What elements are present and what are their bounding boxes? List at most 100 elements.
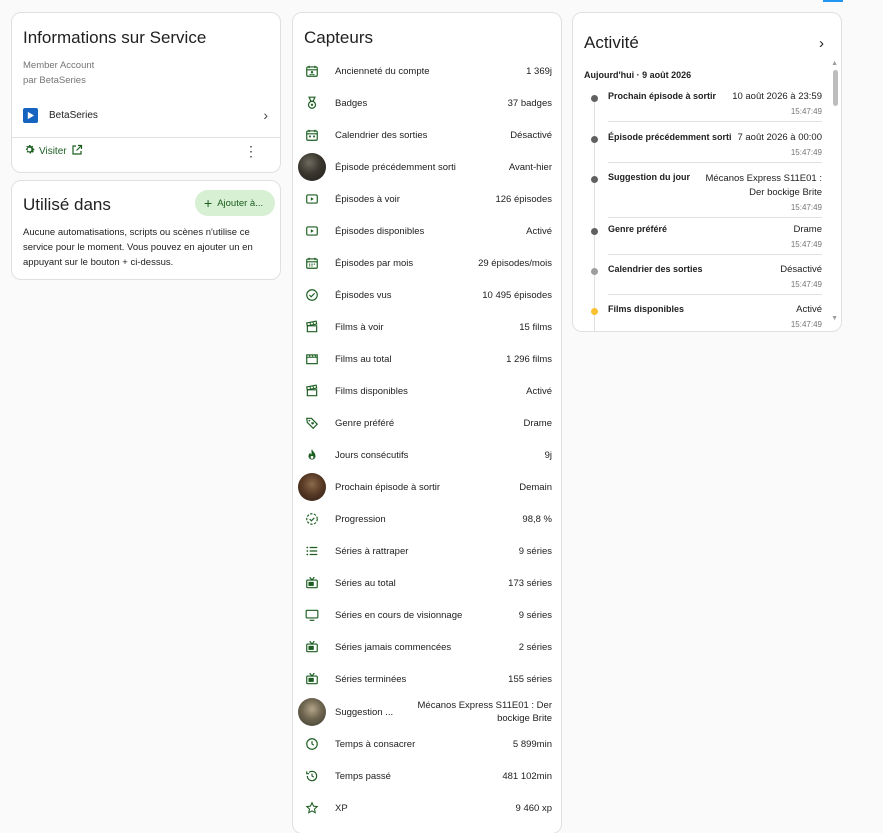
sensor-entity-avatar	[298, 153, 326, 181]
sensor-row[interactable]: Jours consécutifs 9j	[293, 439, 561, 471]
sensor-row[interactable]: Séries à rattraper 9 séries	[293, 535, 561, 567]
sensor-row[interactable]: Temps passé 481 102min	[293, 760, 561, 792]
service-model: Member Account	[23, 60, 95, 71]
timeline-line	[594, 95, 595, 331]
service-manufacturer: par BetaSeries	[23, 75, 86, 86]
integration-row[interactable]: BetaSeries ›	[12, 103, 280, 127]
fire-icon	[303, 446, 321, 464]
sensor-row[interactable]: Épisodes par mois 29 épisodes/mois	[293, 247, 561, 279]
sensor-value: 1 369j	[526, 65, 552, 77]
sensor-row[interactable]: Temps à consacrer 5 899min	[293, 728, 561, 760]
divider	[608, 254, 822, 255]
sensor-row[interactable]: Séries terminées 155 séries	[293, 663, 561, 695]
clock-history-icon	[303, 767, 321, 785]
chevron-right-icon[interactable]: ›	[819, 35, 824, 52]
sensor-row[interactable]: Ancienneté du compte 1 369j	[293, 55, 561, 87]
sensor-value: Mécanos Express S11E01 : Der bockige Bri…	[417, 700, 552, 724]
more-menu-icon[interactable]: ⋮	[244, 143, 258, 160]
logbook-entry-name: Films disponibles	[608, 304, 685, 314]
sensor-name: Épisodes à voir	[335, 193, 400, 205]
visit-link[interactable]: Visiter	[23, 143, 83, 159]
sensors-title: Capteurs	[304, 28, 373, 47]
sensor-row[interactable]: Prochain épisode à sortir Demain	[293, 471, 561, 503]
sensor-value: 9j	[544, 449, 552, 461]
sensor-row[interactable]: Épisodes vus 10 495 épisodes	[293, 279, 561, 311]
visit-label: Visiter	[39, 145, 67, 157]
play-box-icon	[303, 190, 321, 208]
sensor-name: Ancienneté du compte	[335, 65, 430, 77]
logbook-entry-value: 10 août 2026 à 23:59	[732, 91, 822, 102]
sensor-row[interactable]: Genre préféré Drame	[293, 407, 561, 439]
used-in-title: Utilisé dans	[23, 195, 111, 214]
add-to-button[interactable]: + Ajouter à...	[195, 190, 275, 216]
sensor-name: Temps passé	[335, 770, 391, 782]
sensor-row[interactable]: Calendrier des sorties Désactivé	[293, 119, 561, 151]
sensor-row[interactable]: Films disponibles Activé	[293, 375, 561, 407]
divider	[608, 294, 822, 295]
divider	[608, 217, 822, 218]
sensor-value: 155 séries	[508, 673, 552, 685]
sensor-entity-avatar	[298, 698, 326, 726]
sensor-value: 9 460 xp	[515, 802, 552, 814]
sensor-name: Progression	[335, 513, 386, 525]
sensor-row[interactable]: Épisodes disponibles Activé	[293, 215, 561, 247]
tag-heart-icon	[303, 414, 321, 432]
sensor-row[interactable]: Épisodes à voir 126 épisodes	[293, 183, 561, 215]
sensor-name: Suggestion ...	[335, 706, 394, 718]
format-list-icon	[303, 542, 321, 560]
timeline-dot	[591, 308, 598, 315]
top-accent	[823, 0, 843, 2]
sensor-entity-avatar	[298, 473, 326, 501]
television-classic-icon	[303, 638, 321, 656]
sensor-name: Genre préféré	[335, 417, 395, 429]
sensor-value: 5 899min	[512, 738, 552, 750]
divider	[608, 121, 822, 122]
scroll-up-icon[interactable]: ▲	[831, 60, 838, 67]
sensor-value: 9 séries	[518, 609, 552, 621]
sensor-name: Temps à consacrer	[335, 738, 416, 750]
sensor-value: 1 296 films	[506, 353, 552, 365]
sensor-row[interactable]: Suggestion ... Mécanos Express S11E01 : D…	[293, 695, 561, 729]
activity-date: Aujourd'hui · 9 août 2026	[584, 70, 692, 80]
sensor-value: Activé	[526, 225, 552, 237]
sensor-value: 173 séries	[508, 577, 552, 589]
logbook-entry-time: 15:47:49	[790, 203, 822, 212]
scrollbar-thumb[interactable]	[833, 70, 838, 106]
sensor-row[interactable]: Séries jamais commencées 2 séries	[293, 631, 561, 663]
sensor-row[interactable]: Séries au total 173 séries	[293, 567, 561, 599]
sensor-value: 9 séries	[518, 545, 552, 557]
sensor-row[interactable]: Films à voir 15 films	[293, 311, 561, 343]
calendar-month-icon	[303, 254, 321, 272]
divider	[12, 137, 280, 138]
check-circle-icon	[303, 286, 321, 304]
activity-title: Activité	[584, 33, 639, 52]
scroll-down-icon[interactable]: ▼	[831, 315, 838, 322]
logbook-entry-time: 15:47:49	[790, 240, 822, 249]
logbook-entry-name: Épisode précédemment sorti	[608, 132, 732, 142]
sensor-name: Épisodes vus	[335, 289, 392, 301]
sensor-row[interactable]: Séries en cours de visionnage 9 séries	[293, 599, 561, 631]
add-to-label: Ajouter à...	[217, 197, 264, 209]
sensor-row[interactable]: XP 9 460 xp	[293, 792, 561, 824]
sensor-value: 15 films	[519, 321, 552, 333]
logbook-entry-time: 15:47:49	[790, 107, 822, 116]
sensor-value: 10 495 épisodes	[482, 289, 552, 301]
logbook-entry-value: Activé	[796, 304, 822, 315]
sensor-value: Drame	[523, 417, 552, 429]
gear-icon	[23, 143, 36, 159]
sensor-value: 98,8 %	[522, 513, 552, 525]
sensor-row[interactable]: Films au total 1 296 films	[293, 343, 561, 375]
sensor-row[interactable]: Badges 37 badges	[293, 87, 561, 119]
timeline-dot	[591, 228, 598, 235]
sensor-name: Épisodes disponibles	[335, 225, 425, 237]
medal-icon	[303, 94, 321, 112]
calendar-account-icon	[303, 62, 321, 80]
sensor-row[interactable]: Progression 98,8 %	[293, 503, 561, 535]
movie-open-icon	[303, 382, 321, 400]
service-card-title: Informations sur Service	[23, 28, 207, 47]
plus-icon: +	[204, 195, 213, 211]
sensor-row[interactable]: Épisode précédemment sorti Avant-hier	[293, 151, 561, 183]
sensor-name: Séries au total	[335, 577, 396, 589]
timeline-dot	[591, 176, 598, 183]
movie-open-icon	[303, 318, 321, 336]
